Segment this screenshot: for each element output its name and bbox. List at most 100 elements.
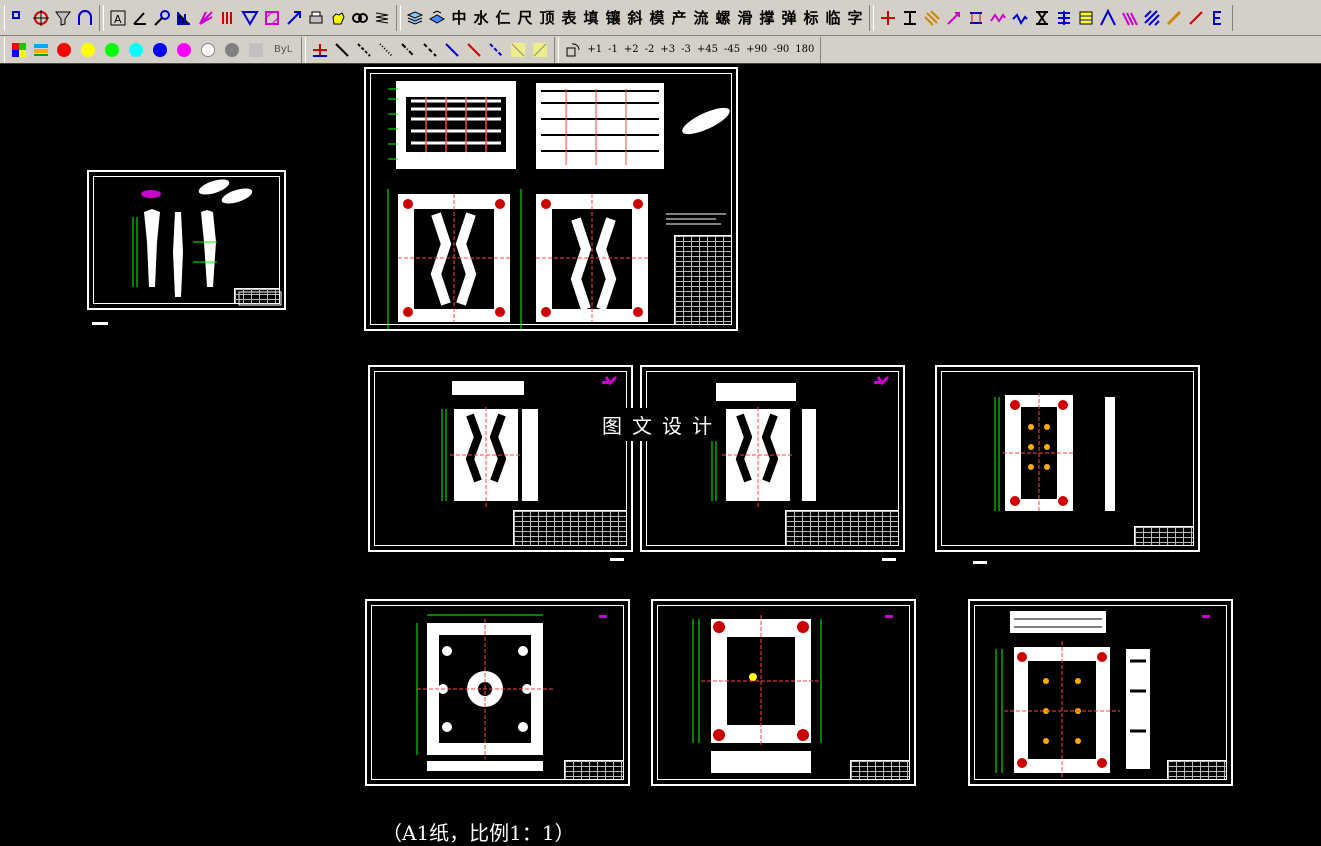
rotate-plus1-button[interactable]: +1 — [587, 44, 602, 55]
drawing-sheet-slide-assembly[interactable] — [968, 599, 1233, 786]
rotate-minus90-button[interactable]: -90 — [773, 44, 789, 55]
linetype-yellow-icon[interactable] — [507, 39, 529, 61]
grid-mark-icon[interactable] — [1053, 7, 1075, 29]
hatch-box-icon[interactable] — [261, 7, 283, 29]
layer-stack-icon[interactable] — [404, 7, 426, 29]
cmd-lin[interactable]: 临 — [822, 7, 844, 29]
diag-line-icon[interactable] — [1185, 7, 1207, 29]
cross-icon[interactable] — [877, 7, 899, 29]
bracket-icon[interactable] — [1031, 7, 1053, 29]
color-red-swatch[interactable] — [57, 42, 71, 57]
cmd-tan[interactable]: 弹 — [778, 7, 800, 29]
cmd-liu[interactable]: 流 — [690, 7, 712, 29]
drawing-sheet-cavity-plate[interactable] — [368, 365, 633, 552]
spring-icon[interactable] — [371, 7, 393, 29]
cmd-shui[interactable]: 水 — [470, 7, 492, 29]
printer-icon[interactable] — [305, 7, 327, 29]
linetype-blue-icon[interactable] — [441, 39, 463, 61]
color-yellow-swatch[interactable] — [81, 42, 95, 57]
parallel-bars-icon[interactable] — [217, 7, 239, 29]
peak-icon[interactable] — [1097, 7, 1119, 29]
fan-lines-icon[interactable] — [195, 7, 217, 29]
rotate-minus3-button[interactable]: -3 — [681, 44, 691, 55]
cmd-xie[interactable]: 斜 — [624, 7, 646, 29]
wave-icon[interactable] — [987, 7, 1009, 29]
cmd-mo[interactable]: 模 — [646, 7, 668, 29]
sweep-icon[interactable] — [1119, 7, 1141, 29]
linetype-dot-icon[interactable] — [375, 39, 397, 61]
cmd-biao[interactable]: 表 — [558, 7, 580, 29]
linetype-blue2-icon[interactable] — [485, 39, 507, 61]
rotate-plus45-button[interactable]: +45 — [697, 44, 718, 55]
hand-icon[interactable] — [327, 7, 349, 29]
cmd-zhong[interactable]: 中 — [448, 7, 470, 29]
rotate-180-button[interactable]: 180 — [795, 44, 814, 55]
rotate-minus2-button[interactable]: -2 — [645, 44, 655, 55]
arch-icon[interactable] — [74, 7, 96, 29]
annotation-tools-group — [873, 4, 1233, 31]
snap-icon[interactable] — [8, 7, 30, 29]
cmd-xiang[interactable]: 镶 — [602, 7, 624, 29]
text-a-icon[interactable]: A — [107, 7, 129, 29]
cmd-chi[interactable]: 尺 — [514, 7, 536, 29]
loop-icon[interactable] — [349, 7, 371, 29]
rotate-plus2-button[interactable]: +2 — [624, 44, 639, 55]
drawing-sheet-ejector-plate[interactable] — [935, 365, 1200, 552]
linetype-solid-icon[interactable] — [331, 39, 353, 61]
cmd-ding[interactable]: 顶 — [536, 7, 558, 29]
arrow-split-icon[interactable] — [283, 7, 305, 29]
linetype-yellow2-icon[interactable] — [529, 39, 551, 61]
i-beam-icon[interactable] — [899, 7, 921, 29]
target-icon[interactable] — [30, 7, 52, 29]
color-blue-swatch[interactable] — [153, 42, 167, 57]
arrow-mark-icon[interactable] — [943, 7, 965, 29]
leader-icon[interactable] — [151, 7, 173, 29]
linetype-red-icon[interactable] — [463, 39, 485, 61]
linetype-dashed-icon[interactable] — [353, 39, 375, 61]
slash-icon[interactable] — [1163, 7, 1185, 29]
drawing-sheet-part-views[interactable] — [87, 170, 286, 310]
cmd-cheng[interactable]: 撑 — [756, 7, 778, 29]
rotate-minus45-button[interactable]: -45 — [724, 44, 740, 55]
color-cyan-swatch[interactable] — [129, 42, 143, 57]
funnel-icon[interactable] — [52, 7, 74, 29]
cmd-hua[interactable]: 滑 — [734, 7, 756, 29]
bylayer-button[interactable]: ByL — [274, 44, 292, 55]
double-arrow-icon[interactable] — [965, 7, 987, 29]
drawing-sheet-mold-base[interactable] — [651, 599, 916, 786]
cmd-ren[interactable]: 仁 — [492, 7, 514, 29]
angle-dim-icon[interactable] — [129, 7, 151, 29]
baseline-dim-icon[interactable] — [173, 7, 195, 29]
linetype-pick-icon[interactable] — [309, 39, 331, 61]
color-gray-swatch[interactable] — [225, 42, 239, 57]
bracket-e-icon[interactable] — [1207, 7, 1229, 29]
rotate-plus90-button[interactable]: +90 — [746, 44, 767, 55]
cmd-biaozhu[interactable]: 标 — [800, 7, 822, 29]
paper-scale-caption: （A1纸，比例1：1） — [382, 821, 575, 845]
drawing-sheet-fixed-plate[interactable] — [365, 599, 630, 786]
color-green-swatch[interactable] — [105, 42, 119, 57]
diag-hatch-icon[interactable] — [921, 7, 943, 29]
color-lightgray-swatch[interactable] — [249, 42, 263, 57]
color-magenta-swatch[interactable] — [177, 42, 191, 57]
drawing-canvas[interactable]: 图文设计 （A1纸，比例1：1） — [0, 65, 1321, 845]
stripe-icon[interactable] — [1075, 7, 1097, 29]
rotate-minus1-button[interactable]: -1 — [608, 44, 618, 55]
layer-color-icon[interactable] — [30, 39, 52, 61]
cmd-chan[interactable]: 产 — [668, 7, 690, 29]
rotate-icon[interactable] — [562, 39, 584, 61]
cmd-tian[interactable]: 填 — [580, 7, 602, 29]
drawing-sheet-core-plate[interactable] — [640, 365, 905, 552]
hatch-fill-icon[interactable] — [1141, 7, 1163, 29]
cmd-zi[interactable]: 字 — [844, 7, 866, 29]
linetype-center-icon[interactable] — [397, 39, 419, 61]
cmd-luo[interactable]: 螺 — [712, 7, 734, 29]
linetype-hidden-icon[interactable] — [419, 39, 441, 61]
color-palette-icon[interactable] — [8, 39, 30, 61]
color-white-swatch[interactable] — [201, 42, 215, 57]
rotate-plus3-button[interactable]: +3 — [660, 44, 675, 55]
funnel-lines-icon[interactable] — [239, 7, 261, 29]
layer-flow-icon[interactable] — [426, 7, 448, 29]
zigzag-icon[interactable] — [1009, 7, 1031, 29]
drawing-sheet-assembly[interactable] — [364, 67, 738, 331]
